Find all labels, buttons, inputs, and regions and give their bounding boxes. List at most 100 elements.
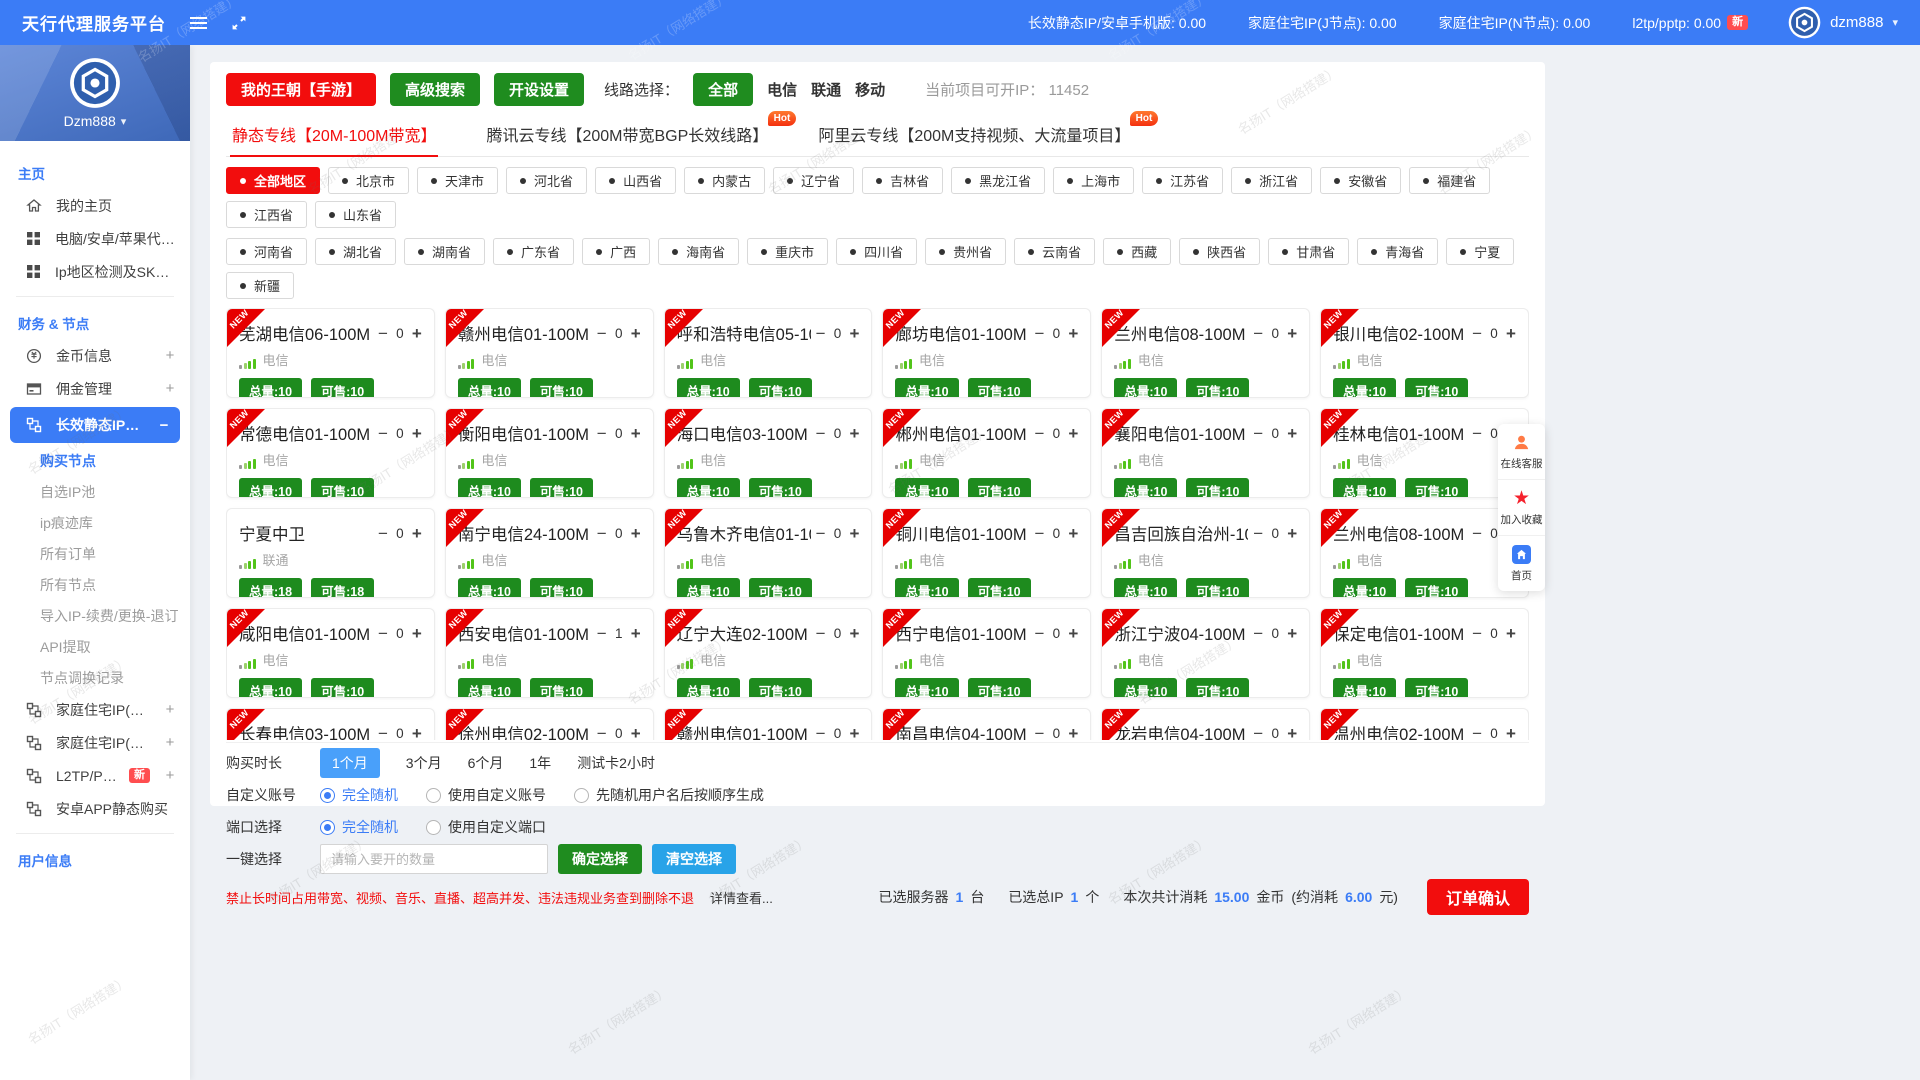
project-button[interactable]: 我的王朝【手游】	[226, 73, 376, 106]
minus-button[interactable]	[1253, 325, 1263, 342]
line-telecom-link[interactable]: 电信	[767, 79, 797, 100]
clear-select-button[interactable]: 清空选择	[652, 844, 736, 874]
sidebar-sub-buy-node[interactable]: 购买节点	[0, 445, 190, 476]
region-chip[interactable]: 江西省	[226, 201, 307, 228]
region-chip[interactable]: 西藏	[1103, 238, 1171, 265]
plus-button[interactable]	[412, 425, 422, 442]
minus-button[interactable]	[1034, 525, 1044, 542]
plus-button[interactable]	[1068, 525, 1078, 542]
region-chip[interactable]: 福建省	[1409, 167, 1490, 194]
region-chip[interactable]: 吉林省	[862, 167, 943, 194]
region-chip[interactable]: 四川省	[836, 238, 917, 265]
line-tab[interactable]: 腾讯云专线【200M带宽BGP长效线路】 Hot	[484, 115, 770, 156]
region-chip[interactable]: 云南省	[1014, 238, 1095, 265]
plus-button[interactable]	[1287, 725, 1297, 741]
user-menu[interactable]: dzm888 ▾	[1788, 6, 1898, 39]
region-chip[interactable]: 上海市	[1053, 167, 1134, 194]
plus-button[interactable]	[1506, 625, 1516, 642]
plus-button[interactable]	[1068, 425, 1078, 442]
plus-button[interactable]	[1287, 425, 1297, 442]
menu-toggle-icon[interactable]	[190, 17, 207, 29]
sidebar-item-home-ip-j[interactable]: 家庭住宅IP(J节点)	[0, 693, 190, 726]
duration-option[interactable]: 3个月	[406, 753, 442, 773]
sidebar-sub-swap-log[interactable]: 节点调换记录	[0, 662, 190, 693]
plus-button[interactable]	[631, 325, 641, 342]
minus-button[interactable]	[816, 725, 826, 741]
plus-button[interactable]	[631, 725, 641, 741]
plus-button[interactable]	[412, 325, 422, 342]
minus-button[interactable]	[1253, 625, 1263, 642]
expand-plus-icon[interactable]	[164, 380, 176, 397]
region-chip[interactable]: 河南省	[226, 238, 307, 265]
plus-button[interactable]	[412, 725, 422, 741]
order-confirm-button[interactable]: 订单确认	[1427, 879, 1529, 915]
confirm-select-button[interactable]: 确定选择	[558, 844, 642, 874]
line-tab[interactable]: 静态专线【20M-100M带宽】	[230, 115, 438, 156]
minus-button[interactable]	[597, 525, 607, 542]
plus-button[interactable]	[850, 325, 860, 342]
region-chip[interactable]: 湖北省	[315, 238, 396, 265]
minus-button[interactable]	[597, 725, 607, 741]
minus-button[interactable]	[378, 325, 388, 342]
minus-button[interactable]	[378, 625, 388, 642]
add-favorite-button[interactable]: ★ 加入收藏	[1498, 480, 1545, 536]
minus-button[interactable]	[816, 625, 826, 642]
minus-button[interactable]	[816, 325, 826, 342]
plus-button[interactable]	[1068, 625, 1078, 642]
sidebar-sub-api-extract[interactable]: API提取	[0, 631, 190, 662]
minus-button[interactable]	[1034, 425, 1044, 442]
port-radio-option[interactable]: 完全随机	[320, 817, 398, 837]
duration-option[interactable]: 测试卡2小时	[577, 753, 655, 773]
region-chip[interactable]: 山东省	[315, 201, 396, 228]
minus-button[interactable]	[1472, 425, 1482, 442]
balance-stat[interactable]: 长效静态IP/安卓手机版: 0.00	[1028, 13, 1206, 33]
region-chip[interactable]: 海南省	[658, 238, 739, 265]
sidebar-item-static-ip-buy[interactable]: 长效静态IP购买	[10, 407, 180, 443]
region-chip[interactable]: 辽宁省	[773, 167, 854, 194]
region-chip[interactable]: 北京市	[328, 167, 409, 194]
advanced-search-button[interactable]: 高级搜索	[390, 73, 480, 106]
sidebar-sub-all-orders[interactable]: 所有订单	[0, 538, 190, 569]
line-mobile-link[interactable]: 移动	[855, 79, 885, 100]
sidebar-item-coin-info[interactable]: 金币信息	[0, 339, 190, 372]
account-radio-option[interactable]: 使用自定义账号	[426, 785, 546, 805]
account-radio-option[interactable]: 先随机用户名后按顺序生成	[574, 785, 764, 805]
minus-button[interactable]	[1253, 725, 1263, 741]
sidebar-sub-ip-trace[interactable]: ip痕迹库	[0, 507, 190, 538]
region-chip[interactable]: 天津市	[417, 167, 498, 194]
minus-button[interactable]	[816, 525, 826, 542]
minus-button[interactable]	[378, 725, 388, 741]
sidebar-item-ip-check[interactable]: Ip地区检测及SK5验证	[0, 255, 190, 288]
account-radio-option[interactable]: 完全随机	[320, 785, 398, 805]
sidebar-sub-all-nodes[interactable]: 所有节点	[0, 569, 190, 600]
region-chip[interactable]: 黑龙江省	[951, 167, 1045, 194]
detail-link[interactable]: 详情查看...	[710, 888, 773, 907]
region-chip[interactable]: 陕西省	[1179, 238, 1260, 265]
plus-button[interactable]	[1287, 325, 1297, 342]
region-chip[interactable]: 贵州省	[925, 238, 1006, 265]
fullscreen-icon[interactable]	[231, 15, 247, 31]
minus-button[interactable]	[597, 325, 607, 342]
homepage-button[interactable]: 首页	[1498, 536, 1545, 591]
region-chip[interactable]: 宁夏	[1446, 238, 1514, 265]
sidebar-sub-import-renew[interactable]: 导入IP-续费/更换-退订	[0, 600, 190, 631]
region-chip[interactable]: 内蒙古	[684, 167, 765, 194]
minus-button[interactable]	[1034, 725, 1044, 741]
minus-button[interactable]	[378, 525, 388, 542]
open-settings-button[interactable]: 开设设置	[494, 73, 584, 106]
sidebar-item-l2tp-buy[interactable]: L2TP/PPTP购买 新	[0, 759, 190, 792]
minus-button[interactable]	[1034, 325, 1044, 342]
plus-button[interactable]	[1068, 725, 1078, 741]
plus-button[interactable]	[631, 625, 641, 642]
minus-button[interactable]	[1253, 525, 1263, 542]
sidebar-sub-ip-pool[interactable]: 自选IP池	[0, 476, 190, 507]
line-all-button[interactable]: 全部	[693, 73, 753, 106]
duration-option[interactable]: 1年	[529, 753, 551, 773]
expand-plus-icon[interactable]	[164, 767, 176, 784]
minus-button[interactable]	[1472, 725, 1482, 741]
region-chip[interactable]: 湖南省	[404, 238, 485, 265]
sidebar-item-proxy-tools[interactable]: 电脑/安卓/苹果代理工具	[0, 222, 190, 255]
plus-button[interactable]	[850, 525, 860, 542]
region-chip[interactable]: 广西	[582, 238, 650, 265]
minus-button[interactable]	[816, 425, 826, 442]
